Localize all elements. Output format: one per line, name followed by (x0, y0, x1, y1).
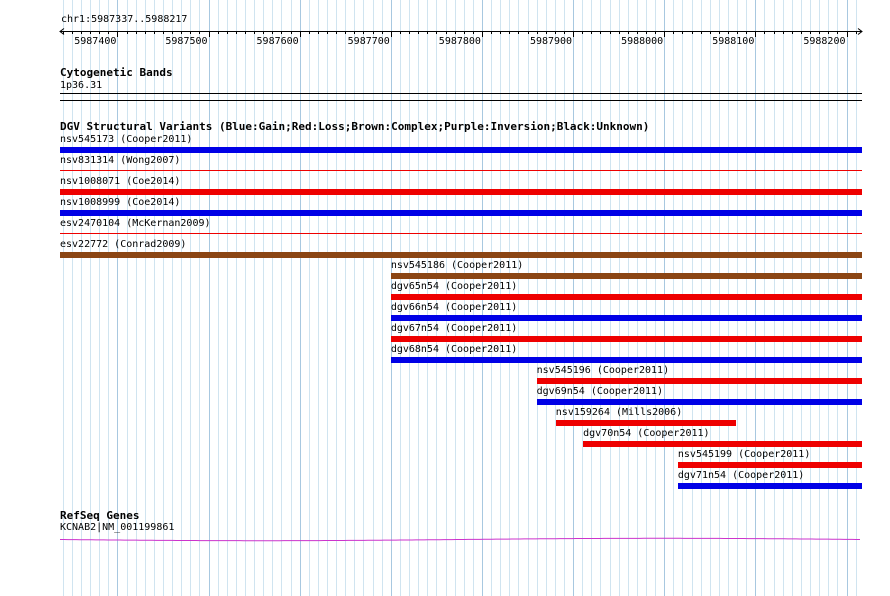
cytoband-label[interactable]: 1p36.31 (60, 80, 102, 91)
variant-bar[interactable] (390, 357, 862, 363)
variant-bar[interactable] (60, 189, 862, 195)
refseq-track-title: RefSeq Genes (60, 509, 140, 522)
variant-label[interactable]: dgv71n54 (Cooper2011) (678, 470, 804, 482)
variant-label[interactable]: esv22772 (Conrad2009) (60, 239, 186, 251)
ruler-tick-label: 5987600 (257, 36, 299, 47)
variant-bar[interactable] (60, 252, 862, 258)
variant-label[interactable]: nsv545196 (Cooper2011) (537, 365, 669, 377)
dgv-track-title: DGV Structural Variants (Blue:Gain;Red:L… (60, 120, 650, 133)
variant-label[interactable]: nsv159264 (Mills2006) (556, 407, 682, 419)
variant-bar[interactable] (390, 336, 862, 342)
ruler-tick-label: 5987900 (530, 36, 572, 47)
variant-label[interactable]: nsv1008071 (Coe2014) (60, 176, 180, 188)
ruler-tick-label: 5988200 (803, 36, 845, 47)
variant-label[interactable]: nsv545186 (Cooper2011) (391, 260, 523, 272)
variant-label[interactable]: nsv831314 (Wong2007) (60, 155, 180, 167)
variant-label[interactable]: dgv70n54 (Cooper2011) (583, 428, 709, 440)
ruler-tick-label: 5987400 (74, 36, 116, 47)
variant-bar[interactable] (390, 294, 862, 300)
variant-label[interactable]: nsv545199 (Cooper2011) (678, 449, 810, 461)
variant-bar[interactable] (677, 483, 862, 489)
location-label: chr1:5987337..5988217 (61, 14, 188, 25)
refseq-gene-label[interactable]: KCNAB2|NM_001199861 (60, 522, 174, 533)
refseq-gene-line[interactable] (0, 534, 890, 544)
variant-bar[interactable] (60, 147, 862, 153)
variant-label[interactable]: dgv65n54 (Cooper2011) (391, 281, 517, 293)
coordinate-ruler: 5987400 5987500 5987600 5987700 5987800 59879… (59, 28, 863, 47)
ruler-tick-label: 5988000 (621, 36, 663, 47)
cytoband-track-title: Cytogenetic Bands (60, 66, 173, 79)
variant-bar[interactable] (555, 420, 737, 426)
variant-bar[interactable] (60, 170, 862, 171)
variant-label[interactable]: esv2470104 (McKernan2009) (60, 218, 211, 230)
variant-bar[interactable] (536, 378, 862, 384)
variant-bar[interactable] (536, 399, 862, 405)
variant-bar[interactable] (60, 210, 862, 216)
variant-label[interactable]: dgv66n54 (Cooper2011) (391, 302, 517, 314)
cytoband-bar-bottom (60, 100, 862, 101)
variant-bar[interactable] (390, 315, 862, 321)
refseq-intron-line (59, 537, 861, 542)
variant-label[interactable]: dgv68n54 (Cooper2011) (391, 344, 517, 356)
ruler-tick-label: 5988100 (712, 36, 754, 47)
variant-bar[interactable] (60, 233, 862, 234)
variant-bar[interactable] (677, 462, 862, 468)
variant-label[interactable]: dgv69n54 (Cooper2011) (537, 386, 663, 398)
ruler-tick-label: 5987800 (439, 36, 481, 47)
cytoband-bar-top (60, 93, 862, 94)
variant-label[interactable]: nsv545173 (Cooper2011) (60, 134, 192, 146)
variant-bar[interactable] (390, 273, 862, 279)
ruler-tick-label: 5987500 (165, 36, 207, 47)
variant-label[interactable]: nsv1008999 (Coe2014) (60, 197, 180, 209)
ruler-tick-label: 5987700 (348, 36, 390, 47)
variant-bar[interactable] (583, 441, 862, 447)
variant-label[interactable]: dgv67n54 (Cooper2011) (391, 323, 517, 335)
